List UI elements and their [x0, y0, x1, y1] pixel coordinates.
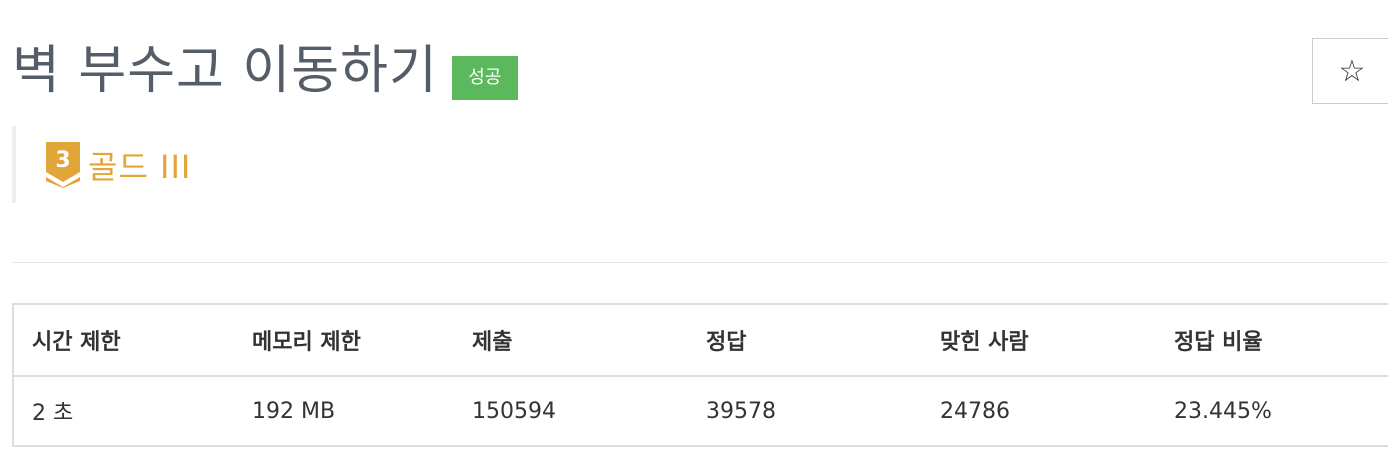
header-memory-limit: 메모리 제한	[234, 304, 454, 377]
tier-label[interactable]: 골드 III	[88, 142, 191, 188]
favorite-button[interactable]: ☆	[1312, 38, 1388, 104]
tier-number: 3	[55, 148, 70, 173]
title-row: 벽 부수고 이동하기 성공	[12, 36, 518, 106]
divider	[12, 262, 1388, 263]
problem-page: 벽 부수고 이동하기 성공 ☆ 3 골드 III 시간 제한 메모리 제한 제출…	[0, 0, 1388, 458]
tier-box: 3 골드 III	[12, 126, 191, 203]
problem-title: 벽 부수고 이동하기	[12, 41, 438, 101]
cell-submissions: 150594	[472, 398, 556, 424]
header-submissions: 제출	[454, 304, 688, 377]
table-header-row: 시간 제한 메모리 제한 제출 정답 맞힌 사람 정답 비율	[13, 304, 1388, 377]
tier-badge-icon: 3	[46, 141, 80, 188]
cell-accepted: 39578	[706, 398, 776, 424]
cell-memory-limit: 192 MB	[252, 398, 336, 424]
cell-time-limit: 2 초	[32, 401, 74, 426]
header-time-limit: 시간 제한	[13, 304, 234, 377]
cell-accept-ratio: 23.445%	[1174, 398, 1272, 424]
header-solved-users: 맞힌 사람	[922, 304, 1156, 377]
result-badge[interactable]: 성공	[451, 56, 518, 100]
table-row: 2 초 192 MB 150594 39578 24786 23.445%	[13, 376, 1388, 446]
header-accepted: 정답	[688, 304, 922, 377]
star-icon: ☆	[1338, 53, 1366, 89]
header-accept-ratio: 정답 비율	[1156, 304, 1388, 377]
cell-solved-users: 24786	[940, 398, 1010, 424]
problem-info-table: 시간 제한 메모리 제한 제출 정답 맞힌 사람 정답 비율 2 초 192 M…	[12, 303, 1388, 447]
